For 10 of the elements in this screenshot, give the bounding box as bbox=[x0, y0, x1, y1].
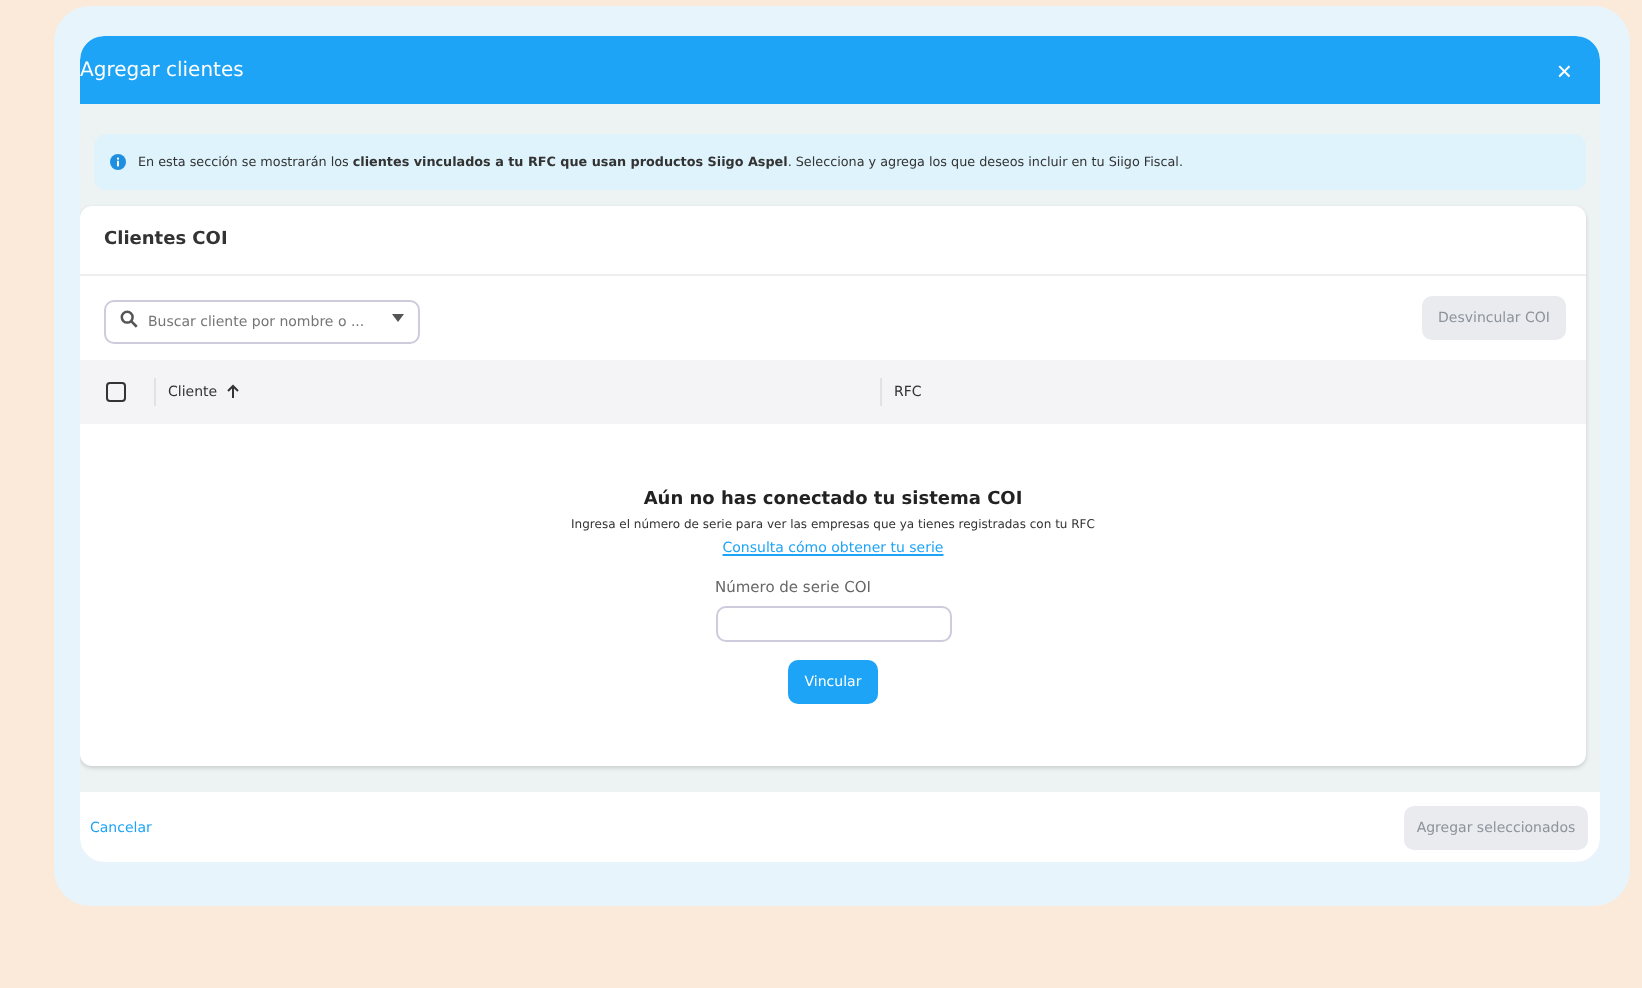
info-icon bbox=[110, 154, 126, 170]
serial-field[interactable] bbox=[715, 606, 951, 642]
close-button[interactable]: × bbox=[1544, 55, 1584, 85]
caret-icon bbox=[392, 314, 404, 322]
search-icon bbox=[120, 309, 138, 327]
dialog-title: Agregar clientes bbox=[80, 59, 244, 81]
arrow-up-icon[interactable] bbox=[225, 384, 240, 400]
empty-title: Aún no has conectado tu sistema COI bbox=[643, 490, 1023, 510]
card-title: Clientes COI bbox=[80, 206, 1586, 276]
checkbox[interactable] bbox=[106, 382, 126, 402]
